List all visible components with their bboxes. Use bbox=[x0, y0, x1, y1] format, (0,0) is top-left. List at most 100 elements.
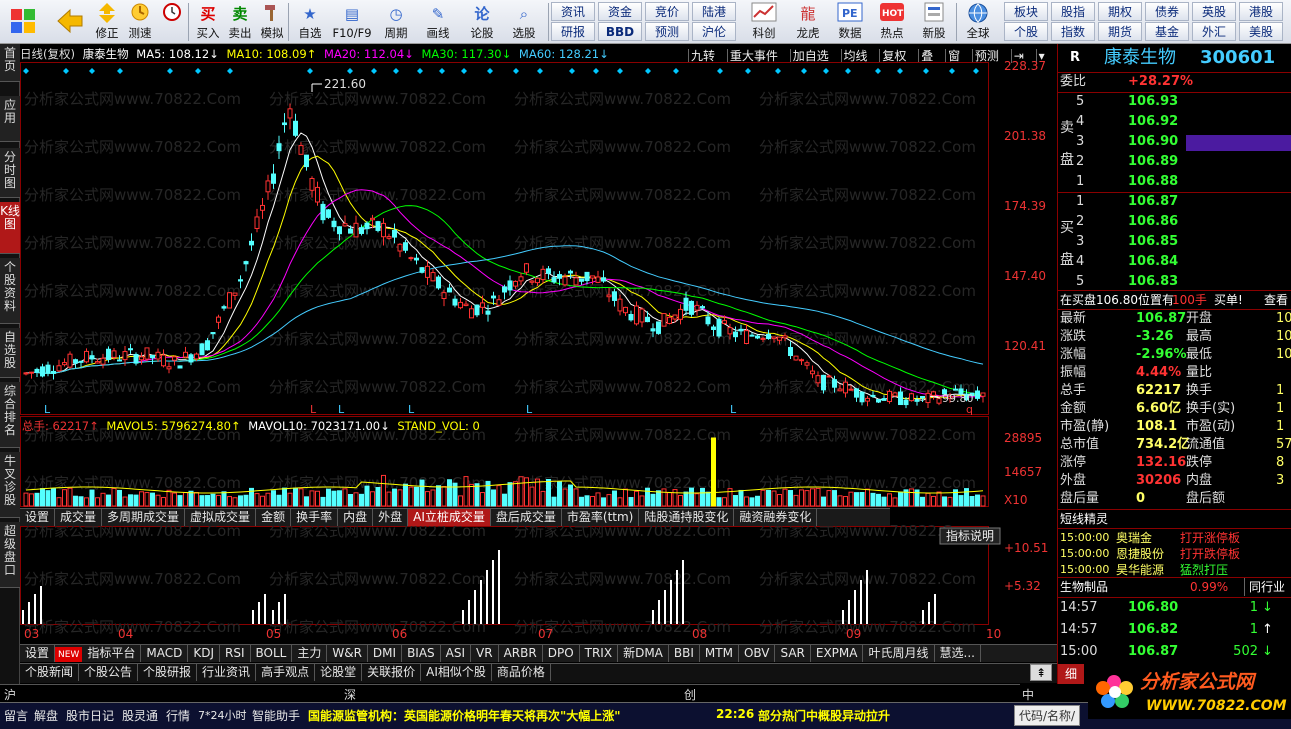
watchlist-button[interactable]: ★ 自选 bbox=[294, 2, 326, 42]
data-button[interactable]: PE 数据 bbox=[832, 2, 868, 42]
ask-row[interactable]: 5 106.93 bbox=[1058, 93, 1291, 111]
itab-arbr[interactable]: ARBR bbox=[499, 645, 543, 662]
tab-home[interactable]: 首页 bbox=[0, 44, 20, 82]
itab-vr[interactable]: VR bbox=[471, 645, 499, 662]
itab-obv[interactable]: OBV bbox=[739, 645, 776, 662]
grid-btn-uk-stocks[interactable]: 英股 bbox=[1192, 2, 1236, 21]
vtab-outer[interactable]: 外盘 bbox=[373, 509, 409, 526]
grid-btn-forex[interactable]: 外汇 bbox=[1192, 22, 1236, 41]
grid-btn-options[interactable]: 期权 bbox=[1098, 2, 1142, 21]
app-menu-button[interactable] bbox=[4, 2, 42, 42]
itab-platform[interactable]: 指标平台 bbox=[82, 645, 142, 662]
ntab-announcements[interactable]: 个股公告 bbox=[79, 664, 139, 681]
ipo-button[interactable]: 新股 bbox=[916, 2, 952, 42]
itab-kdj[interactable]: KDJ bbox=[188, 645, 220, 662]
tab-timeshare[interactable]: 分时图 bbox=[0, 148, 20, 198]
vtab-virtual[interactable]: 虚拟成交量 bbox=[185, 509, 257, 526]
detail-tab[interactable]: 细 bbox=[1058, 664, 1084, 684]
sell-button[interactable]: 卖 卖出 bbox=[224, 2, 256, 42]
status-diary[interactable]: 股市日记 bbox=[66, 707, 114, 724]
bid-row[interactable]: 1 106.87 bbox=[1058, 193, 1291, 211]
stock-pick-button[interactable]: ⌕ 选股 bbox=[508, 2, 540, 42]
grid-btn-bbd[interactable]: BBD bbox=[598, 22, 642, 41]
grid-btn-stock-index[interactable]: 股指 bbox=[1051, 2, 1095, 21]
tab-profile[interactable]: 个股资料 bbox=[0, 258, 20, 324]
status-analysis[interactable]: 解盘 bbox=[34, 707, 58, 724]
itab-expma[interactable]: EXPMA bbox=[811, 645, 864, 662]
hotspot-button[interactable]: HOT 热点 bbox=[874, 2, 910, 42]
tab-watchlist[interactable]: 自选股 bbox=[0, 328, 20, 378]
draw-line-button[interactable]: ✎ 画线 bbox=[422, 2, 454, 42]
grid-btn-forecast[interactable]: 预测 bbox=[645, 22, 689, 41]
dragon-tiger-button[interactable]: 龍 龙虎 bbox=[790, 2, 826, 42]
status-gulingtong[interactable]: 股灵通 bbox=[122, 707, 158, 724]
sz-index-label[interactable]: 深 bbox=[344, 686, 356, 703]
ntab-industry[interactable]: 行业资讯 bbox=[197, 664, 257, 681]
ntab-forum[interactable]: 论股堂 bbox=[315, 664, 363, 681]
news-ticker[interactable]: 国能源监管机构：英国能源价格明年春天将再次"大幅上涨" bbox=[308, 707, 621, 724]
itab-trix[interactable]: TRIX bbox=[580, 645, 619, 662]
itab-boll[interactable]: BOLL bbox=[251, 645, 293, 662]
grid-btn-hk-stocks[interactable]: 港股 bbox=[1239, 2, 1283, 21]
vtab-settings[interactable]: 设置 bbox=[20, 509, 56, 526]
ntab-commodity[interactable]: 商品价格 bbox=[492, 664, 551, 681]
itab-more[interactable]: 慧选... bbox=[935, 645, 981, 662]
grid-btn-bonds[interactable]: 债券 bbox=[1145, 2, 1189, 21]
discuss-button[interactable]: 论 论股 bbox=[466, 2, 498, 42]
ntab-related[interactable]: 关联报价 bbox=[362, 664, 422, 681]
speedtest-button[interactable]: 修正 测速 bbox=[124, 2, 156, 42]
itab-bbi[interactable]: BBI bbox=[669, 645, 700, 662]
vtab-multi-period[interactable]: 多周期成交量 bbox=[102, 509, 186, 526]
ntab-research[interactable]: 个股研报 bbox=[138, 664, 198, 681]
ntab-ai-similar[interactable]: AI相似个股 bbox=[421, 664, 492, 681]
sh-index-label[interactable]: 沪 bbox=[4, 686, 16, 703]
bid-row[interactable]: 5 106.83 bbox=[1058, 273, 1291, 291]
itab-main-force[interactable]: 主力 bbox=[292, 645, 328, 662]
grid-btn-research[interactable]: 研报 bbox=[551, 22, 595, 41]
tab-ranking[interactable]: 综合排名 bbox=[0, 382, 20, 448]
status-assistant[interactable]: 智能助手 bbox=[252, 707, 300, 724]
ntab-expert[interactable]: 高手观点 bbox=[256, 664, 316, 681]
vtab-ai-pile[interactable]: AI立桩成交量 bbox=[408, 509, 491, 526]
grid-btn-hk-connect[interactable]: 陆港 bbox=[692, 2, 736, 21]
grid-btn-shanghai-london[interactable]: 沪伦 bbox=[692, 22, 736, 41]
vtab-inner[interactable]: 内盘 bbox=[338, 509, 374, 526]
cy-index-label[interactable]: 创 bbox=[684, 686, 696, 703]
simulate-button[interactable]: 模拟 bbox=[256, 2, 288, 42]
itab-sar[interactable]: SAR bbox=[775, 645, 811, 662]
itab-new-dma[interactable]: 新DMA bbox=[618, 645, 669, 662]
global-button[interactable]: 全球 bbox=[960, 2, 996, 42]
position-note-row[interactable]: 在买盘106.80位置有 100手 买单! 查看 bbox=[1058, 291, 1291, 309]
status-message[interactable]: 留言 bbox=[4, 707, 28, 724]
f10-button[interactable]: ▤ F10/F9 bbox=[332, 2, 372, 42]
itab-dmi[interactable]: DMI bbox=[368, 645, 403, 662]
itab-ye-line[interactable]: 叶氏周月线 bbox=[863, 645, 935, 662]
code-search-input[interactable]: 代码/名称/ bbox=[1014, 705, 1081, 726]
vtab-after-hours[interactable]: 盘后成交量 bbox=[491, 509, 562, 526]
vtab-volume[interactable]: 成交量 bbox=[55, 509, 103, 526]
itab-settings[interactable]: 设置 bbox=[20, 645, 56, 662]
grid-btn-index[interactable]: 指数 bbox=[1051, 22, 1095, 41]
grid-btn-news[interactable]: 资讯 bbox=[551, 2, 595, 21]
itab-dpo[interactable]: DPO bbox=[543, 645, 580, 662]
itab-wr[interactable]: W&R bbox=[327, 645, 368, 662]
ask-row[interactable]: 3 106.90 bbox=[1058, 133, 1291, 151]
star-market-button[interactable]: 科创 bbox=[746, 2, 782, 42]
bid-row[interactable]: 3 106.85 bbox=[1058, 233, 1291, 251]
ask-row[interactable]: 4 106.92 bbox=[1058, 113, 1291, 131]
tab-super-quote[interactable]: 超级盘口 bbox=[0, 522, 20, 588]
grid-btn-us-stocks[interactable]: 美股 bbox=[1239, 22, 1283, 41]
grid-btn-futures[interactable]: 期货 bbox=[1098, 22, 1142, 41]
industry-button[interactable]: 同行业 bbox=[1244, 578, 1285, 596]
status-247[interactable]: 7*24小时 bbox=[198, 707, 247, 723]
itab-macd[interactable]: MACD bbox=[141, 645, 189, 662]
vtab-margin[interactable]: 融资融券变化 bbox=[734, 509, 818, 526]
vtab-pe-ttm[interactable]: 市盈率(ttm) bbox=[562, 509, 640, 526]
bid-row[interactable]: 2 106.86 bbox=[1058, 213, 1291, 231]
grid-btn-sector[interactable]: 板块 bbox=[1004, 2, 1048, 21]
vtab-northbound[interactable]: 陆股通持股变化 bbox=[639, 509, 735, 526]
position-more-link[interactable]: 查看 bbox=[1264, 291, 1288, 309]
news-headline[interactable]: 部分热门中概股异动拉升 bbox=[758, 707, 890, 724]
clock-button[interactable] bbox=[156, 2, 188, 42]
buy-button[interactable]: 买 买入 bbox=[192, 2, 224, 42]
